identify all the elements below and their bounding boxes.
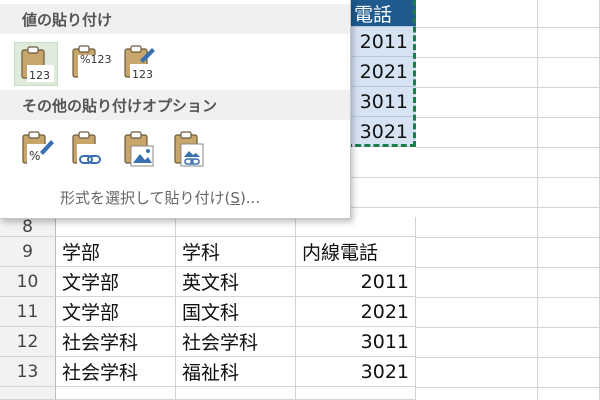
table-cell[interactable] [56, 217, 176, 237]
paste-link-icon [72, 131, 101, 166]
copied-header-cell[interactable]: 電話 [346, 0, 416, 27]
table-cell[interactable]: 学部 [56, 237, 176, 267]
table-cell[interactable]: 文学部 [56, 267, 176, 297]
table-cell[interactable]: 内線電話 [296, 237, 416, 267]
table-cell[interactable] [296, 217, 416, 237]
table-cell[interactable]: 社会学科 [56, 357, 176, 387]
paste-special-link[interactable]: 形式を選択して貼り付け(S)... [60, 187, 260, 208]
paste-values-button[interactable]: 123 [14, 42, 58, 86]
column-f[interactable] [538, 0, 600, 400]
table-cell[interactable]: 社会学科 [56, 327, 176, 357]
table-cell[interactable]: 英文科 [176, 267, 296, 297]
row-header[interactable]: 9 [0, 237, 56, 267]
paste-special-shortcut-key: S [230, 189, 240, 207]
table-cell[interactable]: 国文科 [176, 297, 296, 327]
paste-linked-picture-button[interactable] [168, 128, 212, 172]
paste-picture-icon [124, 131, 154, 167]
row-header[interactable]: 13 [0, 357, 56, 387]
option-badge: 123 [29, 69, 50, 82]
table-cell[interactable]: 社会学科 [176, 327, 296, 357]
paste-special-label-post: )... [239, 189, 261, 207]
copied-cell[interactable]: 3011 [346, 87, 416, 117]
copied-cell[interactable]: 2011 [346, 27, 416, 57]
table-cell[interactable] [176, 217, 296, 237]
row-header[interactable]: 12 [0, 327, 56, 357]
paste-formatting-icon: % [22, 131, 54, 166]
table-cell[interactable]: 2021 [296, 297, 416, 327]
table-cell[interactable]: 3011 [296, 327, 416, 357]
row-header[interactable] [0, 387, 56, 400]
paste-formatting-button[interactable]: % [16, 128, 60, 172]
table-cell[interactable]: 3021 [296, 357, 416, 387]
section-other-paste-options-title: その他の貼り付けオプション [0, 90, 350, 120]
paste-values-source-format-button[interactable]: 123 [118, 42, 162, 86]
column-e[interactable] [416, 0, 538, 400]
table-cell[interactable]: 学科 [176, 237, 296, 267]
svg-text:%: % [29, 149, 40, 163]
option-badge: %123 [80, 53, 112, 66]
table-cell[interactable]: 2011 [296, 267, 416, 297]
paste-values-number-format-button[interactable]: %123 [66, 42, 112, 86]
paste-link-button[interactable] [66, 128, 110, 172]
row-header[interactable]: 11 [0, 297, 56, 327]
paste-options-menu: 値の貼り付け 123 %123 123 その他の貼り付けオプション % 形式を選… [0, 0, 351, 219]
table-cell[interactable] [56, 387, 176, 400]
table-cell[interactable] [176, 387, 296, 400]
paste-linked-picture-icon [174, 131, 204, 167]
row-header[interactable]: 8 [0, 217, 56, 237]
section-paste-values-title: 値の貼り付け [0, 4, 350, 34]
paste-picture-button[interactable] [118, 128, 162, 172]
option-badge: 123 [132, 68, 153, 81]
table-cell[interactable]: 文学部 [56, 297, 176, 327]
copied-cell[interactable]: 3021 [346, 117, 416, 147]
row-header[interactable]: 10 [0, 267, 56, 297]
table-cell[interactable]: 福祉科 [176, 357, 296, 387]
paste-special-label-pre: 形式を選択して貼り付け( [60, 189, 231, 207]
copied-cell[interactable]: 2021 [346, 57, 416, 87]
table-cell[interactable] [296, 387, 416, 400]
